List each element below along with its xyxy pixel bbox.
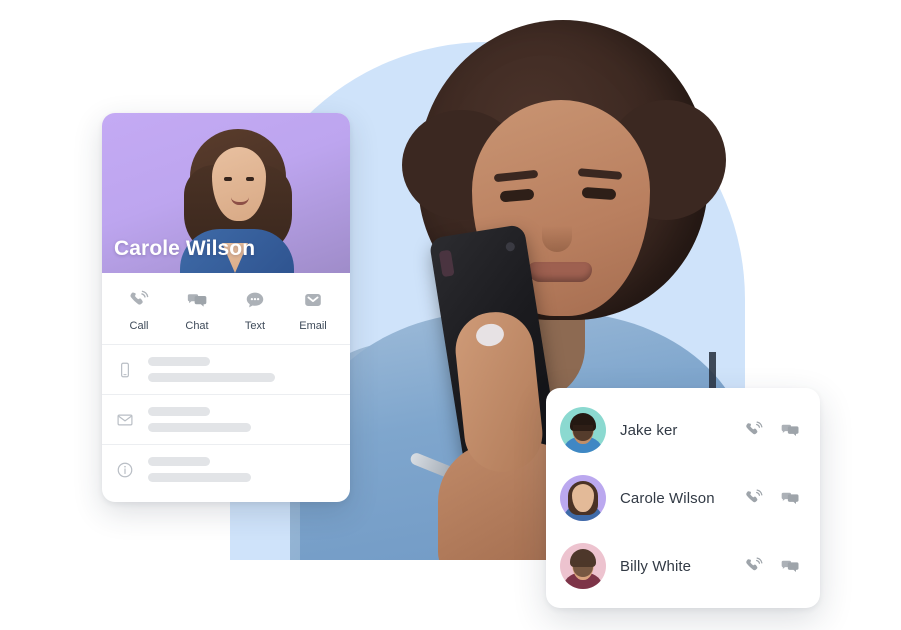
call-icon[interactable] <box>744 488 764 508</box>
skeleton-bar <box>148 357 210 366</box>
detail-row-info[interactable] <box>102 444 350 494</box>
action-text[interactable]: Text <box>226 289 284 332</box>
list-item[interactable]: Jake ker <box>546 396 820 464</box>
chat-icon <box>186 289 208 311</box>
photo-nose <box>542 208 572 252</box>
list-item[interactable]: Carole Wilson <box>546 464 820 532</box>
hero-illustration-stage: Carole Wilson Call Chat Text Email Jake … <box>0 0 901 630</box>
list-item-actions <box>744 420 800 440</box>
chat-icon[interactable] <box>780 420 800 440</box>
contact-card-header: Carole Wilson <box>102 113 350 273</box>
call-icon[interactable] <box>744 420 764 440</box>
chat-icon[interactable] <box>780 488 800 508</box>
chat-icon[interactable] <box>780 556 800 576</box>
action-email-label: Email <box>299 320 327 332</box>
call-icon <box>128 289 150 311</box>
list-item-actions <box>744 556 800 576</box>
action-email[interactable]: Email <box>284 289 342 332</box>
contact-action-bar: Call Chat Text Email <box>102 273 350 344</box>
action-text-label: Text <box>244 320 266 332</box>
envelope-icon <box>116 411 134 429</box>
action-call-label: Call <box>129 320 149 332</box>
mobile-icon <box>116 361 134 379</box>
list-item[interactable]: Billy White <box>546 532 820 600</box>
list-item-name: Jake ker <box>620 421 678 439</box>
contact-detail-card[interactable]: Carole Wilson Call Chat Text Email <box>102 113 350 502</box>
list-item-actions <box>744 488 800 508</box>
detail-row-placeholder <box>148 407 251 432</box>
detail-row-placeholder <box>148 457 251 482</box>
skeleton-bar <box>148 473 251 482</box>
contact-detail-rows <box>102 344 350 502</box>
detail-row-email[interactable] <box>102 394 350 444</box>
contact-name: Carole Wilson <box>114 237 256 260</box>
action-call[interactable]: Call <box>110 289 168 332</box>
skeleton-bar <box>148 373 275 382</box>
email-icon <box>302 289 324 311</box>
list-item-name: Billy White <box>620 557 692 575</box>
skeleton-bar <box>148 423 251 432</box>
portrait-eye-left <box>224 177 232 181</box>
text-icon <box>244 289 266 311</box>
avatar <box>560 475 606 521</box>
photo-mouth <box>528 262 592 282</box>
photo-eye-right <box>581 186 617 201</box>
info-icon <box>116 461 134 479</box>
contact-list-card[interactable]: Jake ker Carole Wilson Billy White <box>546 388 820 608</box>
action-chat[interactable]: Chat <box>168 289 226 332</box>
action-chat-label: Chat <box>185 320 209 332</box>
call-icon[interactable] <box>744 556 764 576</box>
skeleton-bar <box>148 457 210 466</box>
detail-row-placeholder <box>148 357 275 382</box>
skeleton-bar <box>148 407 210 416</box>
avatar <box>560 543 606 589</box>
detail-row-mobile[interactable] <box>102 344 350 394</box>
list-item-name: Carole Wilson <box>620 489 715 507</box>
avatar <box>560 407 606 453</box>
portrait-eye-right <box>246 177 254 181</box>
